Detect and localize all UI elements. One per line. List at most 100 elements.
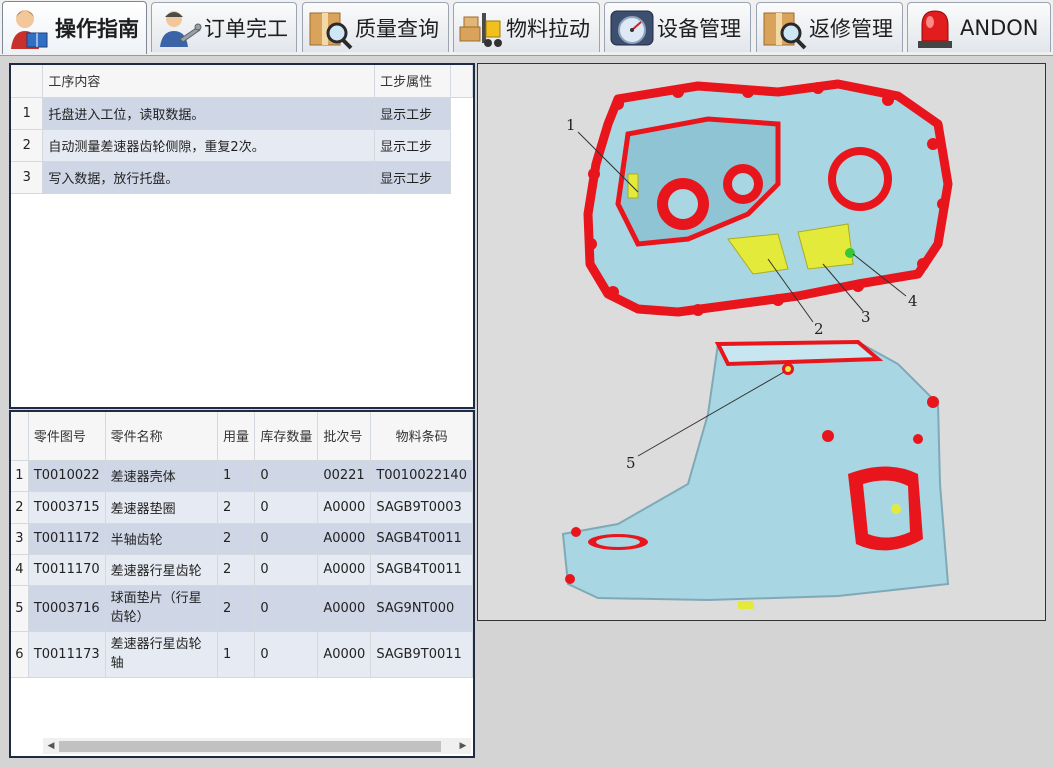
barcode-cell[interactable]: SAGB9T0003 [370,491,473,524]
tab-label: 返修管理 [809,16,893,41]
row-index: 2 [11,129,44,162]
tab-equipment-management[interactable]: 设备管理 [604,2,751,52]
barcode-cell[interactable]: SAGB9T0011 [370,631,473,678]
tab-operation-guide[interactable]: 操作指南 [2,1,147,54]
table-row[interactable]: 3 写入数据，放行托盘。 显示工步 [11,161,473,194]
parts-list-panel: 零件图号 零件名称 用量 库存数量 批次号 物料条码 1 T0010022 差速… [9,410,475,758]
batch-cell[interactable]: A0000 [317,631,372,678]
batch-cell[interactable]: A0000 [317,523,372,555]
row-index-header [11,65,44,98]
row-index: 3 [11,523,29,555]
step-attribute-cell[interactable]: 显示工步 [374,161,452,194]
callout-label-2: 2 [814,320,824,338]
barcode-cell[interactable]: SAGB4T0011 [370,523,473,555]
part-name-cell[interactable]: 差速器行星齿轮轴 [105,631,218,678]
row-index: 1 [11,460,29,492]
tab-label: 物料拉动 [506,16,590,41]
tab-label: ANDON [960,15,1039,40]
lower-housing-part [561,339,950,609]
worker-wrench-icon [160,10,202,47]
row-index: 2 [11,491,29,524]
stock-cell[interactable]: 0 [254,460,319,492]
part-no-cell[interactable]: T0003716 [28,585,106,632]
barcode-cell[interactable]: SAGB4T0011 [370,554,473,586]
batch-cell[interactable]: 00221 [317,460,372,492]
tab-label: 订单完工 [204,16,288,41]
assembly-diagram-panel: 1 2 3 4 5 [477,63,1046,621]
qty-cell[interactable]: 2 [217,585,256,632]
tab-quality-query[interactable]: 质量查询 [302,2,449,52]
column-header-barcode[interactable]: 物料条码 [370,412,473,461]
table-row[interactable]: 2 自动测量差速器齿轮侧隙，重复2次。 显示工步 [11,129,473,162]
step-content-cell[interactable]: 托盘进入工位，读取数据。 [42,97,376,130]
scroll-left-arrow-icon[interactable]: ◀ [43,738,59,754]
tab-material-pull[interactable]: 物料拉动 [453,2,600,52]
gauge-icon [610,10,654,45]
part-no-cell[interactable]: T0010022 [28,460,106,492]
scroll-right-arrow-icon[interactable]: ▶ [455,738,471,754]
horizontal-scrollbar[interactable]: ◀ ▶ [43,738,471,754]
step-attribute-cell[interactable]: 显示工步 [374,129,452,162]
part-name-cell[interactable]: 差速器壳体 [105,460,218,492]
table-row[interactable]: 3 T0011172 半轴齿轮 2 0 A0000 SAGB4T0011 [11,523,473,555]
batch-cell[interactable]: A0000 [317,585,372,632]
stock-cell[interactable]: 0 [254,491,319,524]
table-row[interactable]: 4 T0011170 差速器行星齿轮 2 0 A0000 SAGB4T0011 [11,554,473,586]
barcode-cell[interactable]: SAG9NT000 [370,585,473,632]
part-name-cell[interactable]: 半轴齿轮 [105,523,218,555]
qty-cell[interactable]: 1 [217,631,256,678]
stock-cell[interactable]: 0 [254,523,319,555]
row-index: 3 [11,161,44,194]
table-row[interactable]: 2 T0003715 差速器垫圈 2 0 A0000 SAGB9T0003 [11,491,473,524]
stock-cell[interactable]: 0 [254,631,319,678]
process-steps-panel: 工序内容 工步属性 1 托盘进入工位，读取数据。 显示工步 2 自动测量差速器齿… [9,63,475,409]
column-header-part-name[interactable]: 零件名称 [105,412,218,461]
operator-book-icon [11,10,48,49]
column-header-part-no[interactable]: 零件图号 [28,412,106,461]
column-header-stock[interactable]: 库存数量 [254,412,319,461]
scrollbar-thumb[interactable] [59,741,441,752]
forklift-icon [459,12,502,47]
stock-cell[interactable]: 0 [254,554,319,586]
table-row[interactable]: 1 托盘进入工位，读取数据。 显示工步 [11,97,473,130]
part-no-cell[interactable]: T0011173 [28,631,106,678]
column-header-qty[interactable]: 用量 [217,412,256,461]
callout-label-1: 1 [566,116,576,134]
qty-cell[interactable]: 2 [217,491,256,524]
row-index: 5 [11,585,29,632]
table-header-row: 工序内容 工步属性 [11,65,473,98]
table-row[interactable]: 6 T0011173 差速器行星齿轮轴 1 0 A0000 SAGB9T0011 [11,631,473,678]
table-row[interactable]: 1 T0010022 差速器壳体 1 0 00221 T0010022140 [11,460,473,492]
main-tab-bar: 操作指南 订单完工 质量查询 物料拉动 设备管理 返修管理 ANDON [0,0,1053,56]
part-name-cell[interactable]: 差速器行星齿轮 [105,554,218,586]
step-attribute-cell[interactable]: 显示工步 [374,97,452,130]
qty-cell[interactable]: 2 [217,554,256,586]
column-header-attribute[interactable]: 工步属性 [374,65,452,98]
part-name-cell[interactable]: 差速器垫圈 [105,491,218,524]
part-name-cell[interactable]: 球面垫片（行星齿轮） [105,585,218,632]
process-steps-table: 工序内容 工步属性 1 托盘进入工位，读取数据。 显示工步 2 自动测量差速器齿… [11,65,473,194]
tab-label: 操作指南 [55,17,139,41]
parts-list-table: 零件图号 零件名称 用量 库存数量 批次号 物料条码 1 T0010022 差速… [11,412,473,678]
part-no-cell[interactable]: T0011172 [28,523,106,555]
qty-cell[interactable]: 1 [217,460,256,492]
part-no-cell[interactable]: T0003715 [28,491,106,524]
qty-cell[interactable]: 2 [217,523,256,555]
part-no-cell[interactable]: T0011170 [28,554,106,586]
column-header-content[interactable]: 工序内容 [42,65,376,98]
tab-label: 设备管理 [657,16,741,41]
tab-repair-management[interactable]: 返修管理 [756,2,903,52]
row-index: 1 [11,97,44,130]
batch-cell[interactable]: A0000 [317,554,372,586]
step-content-cell[interactable]: 自动测量差速器齿轮侧隙，重复2次。 [42,129,376,162]
step-content-cell[interactable]: 写入数据，放行托盘。 [42,161,376,194]
tab-andon[interactable]: ANDON [907,2,1051,52]
batch-cell[interactable]: A0000 [317,491,372,524]
barcode-cell[interactable]: T0010022140 [370,460,473,492]
column-header-batch[interactable]: 批次号 [317,412,372,461]
stock-cell[interactable]: 0 [254,585,319,632]
table-row[interactable]: 5 T0003716 球面垫片（行星齿轮） 2 0 A0000 SAG9NT00… [11,585,473,632]
alarm-light-icon [918,9,952,48]
tab-order-completion[interactable]: 订单完工 [151,2,297,52]
upper-housing-part [583,79,953,317]
